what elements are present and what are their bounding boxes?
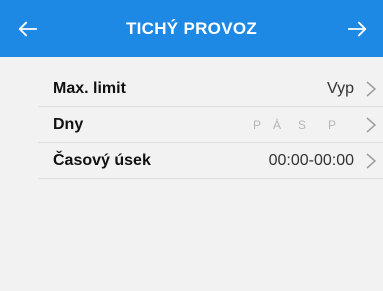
setting-label-days: Dny bbox=[53, 115, 84, 133]
setting-label-max-limit: Max. limit bbox=[53, 79, 126, 97]
day-letter: P bbox=[252, 117, 261, 132]
page-title: TICHÝ PROVOZ bbox=[125, 18, 258, 38]
settings-list: Max. limit Vyp Dny P À S P Časový úsek 0… bbox=[0, 57, 383, 291]
forward-button[interactable] bbox=[335, 0, 379, 57]
setting-row-time-range[interactable]: Časový úsek 00:00-00:00 bbox=[38, 143, 383, 179]
day-letter: S bbox=[297, 117, 306, 132]
day-letter: P bbox=[327, 117, 336, 132]
setting-row-max-limit[interactable]: Max. limit Vyp bbox=[38, 71, 383, 107]
header-bar: TICHÝ PROVOZ bbox=[0, 0, 383, 57]
setting-value-time-range: 00:00-00:00 bbox=[268, 151, 354, 169]
arrow-right-icon bbox=[347, 21, 367, 36]
setting-row-days[interactable]: Dny P À S P bbox=[38, 107, 383, 143]
chevron-right-icon bbox=[366, 117, 377, 133]
setting-label-time-range: Časový úsek bbox=[53, 151, 151, 169]
days-selector: P À S P bbox=[247, 118, 347, 132]
chevron-right-icon bbox=[366, 81, 377, 97]
chevron-right-icon bbox=[366, 153, 377, 169]
setting-value-max-limit: Vyp bbox=[327, 79, 354, 97]
day-letter: À bbox=[272, 117, 281, 132]
